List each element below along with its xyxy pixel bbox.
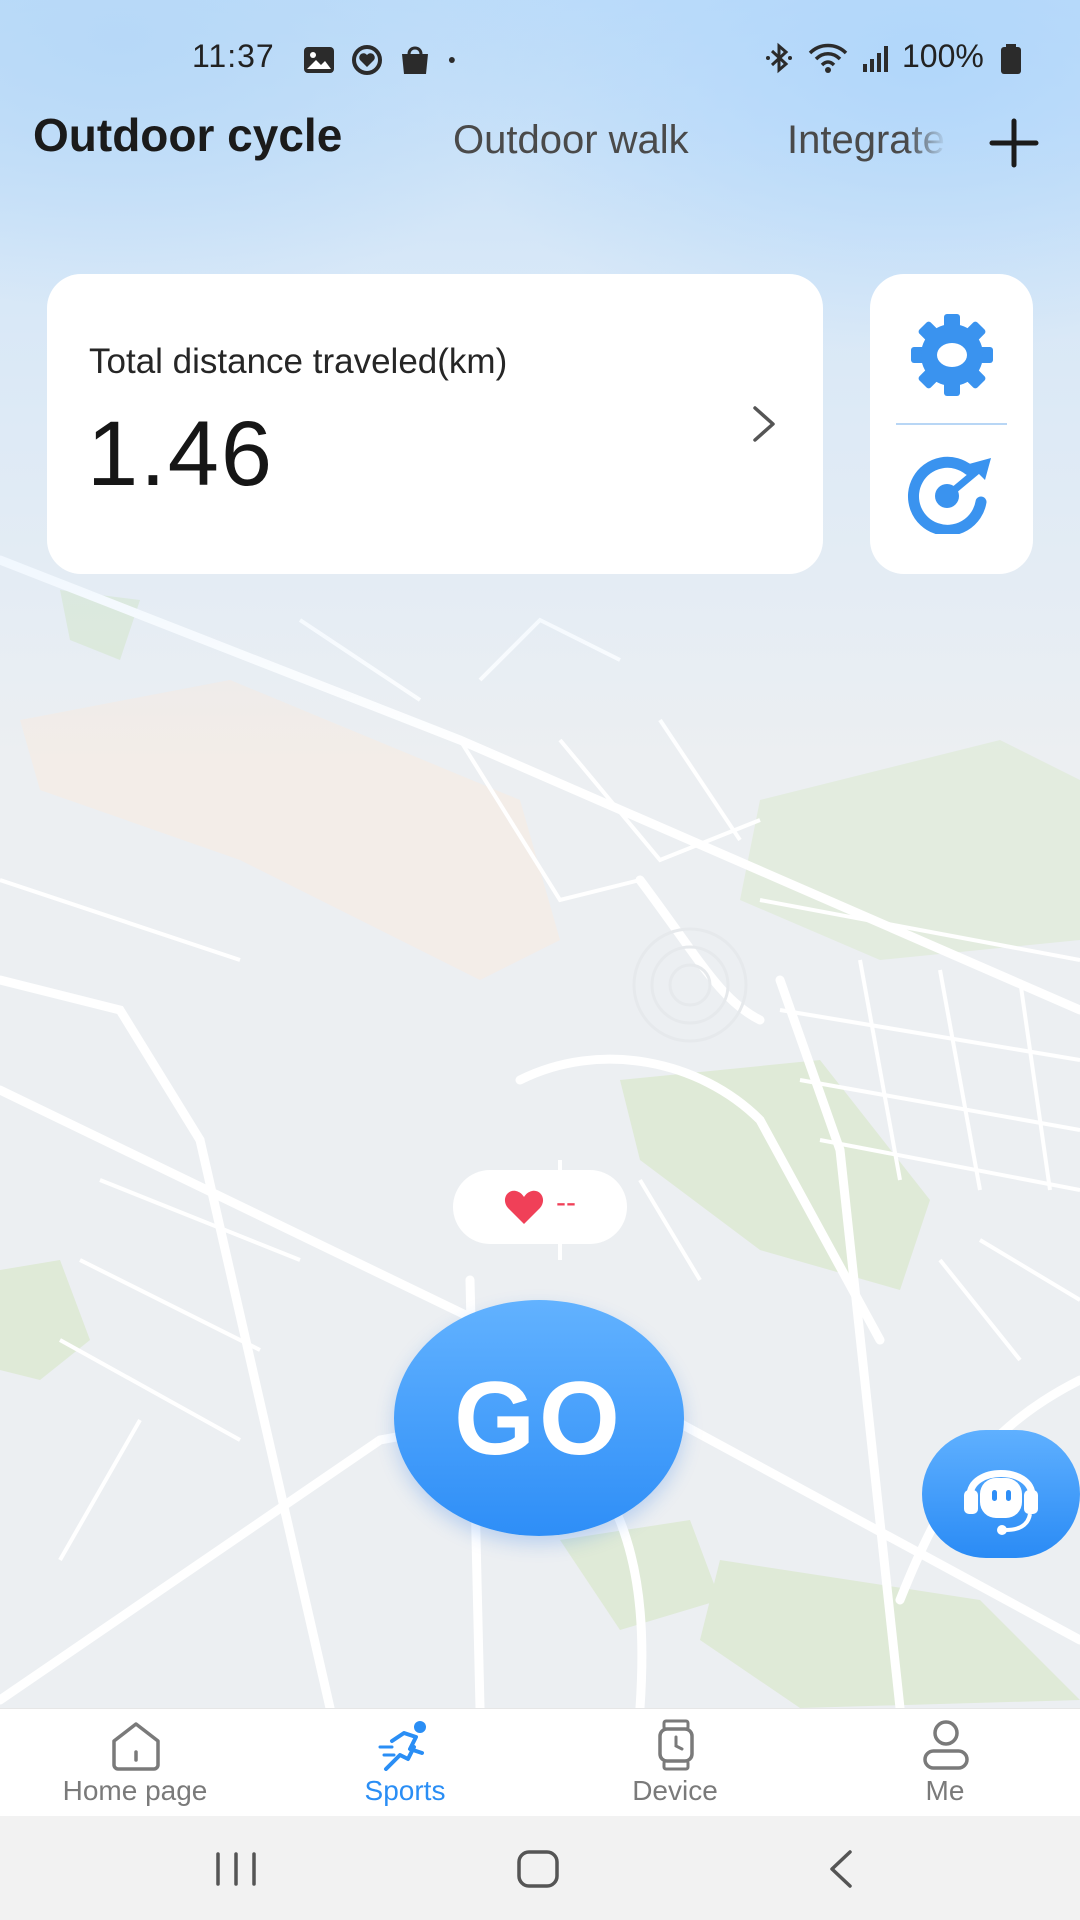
nav-device-label: Device	[632, 1775, 718, 1806]
bluetooth-icon	[766, 42, 792, 74]
customer-service-icon	[964, 1470, 1038, 1535]
shopping-bag-icon	[402, 46, 428, 74]
side-divider	[896, 423, 1007, 425]
wifi-icon	[808, 43, 848, 73]
gear-icon[interactable]	[907, 310, 997, 400]
battery-percentage: 100%	[902, 38, 984, 74]
heart-icon	[504, 1190, 544, 1224]
heart-rate-value: --	[556, 1186, 576, 1219]
bottom-navigation: Home page Sports Device Me	[0, 1708, 1080, 1816]
status-time: 11:37	[192, 38, 275, 74]
target-icon[interactable]	[907, 444, 997, 534]
plus-icon[interactable]	[986, 115, 1042, 171]
side-actions-card	[870, 274, 1033, 574]
running-icon	[378, 1721, 426, 1771]
chevron-right-icon	[753, 406, 775, 442]
status-bar: 11:37 100%	[0, 0, 1080, 116]
recent-apps-icon[interactable]	[206, 1846, 266, 1892]
sport-type-tabs: Outdoor cycle Outdoor walk Integrate	[0, 100, 1080, 180]
nav-device[interactable]: Device	[540, 1709, 810, 1817]
total-distance-card[interactable]: Total distance traveled(km) 1.46	[47, 274, 823, 574]
person-icon	[923, 1720, 969, 1770]
tab-integrated[interactable]: Integrate	[787, 118, 947, 163]
signal-icon	[863, 46, 888, 72]
home-icon	[112, 1722, 160, 1771]
distance-label: Total distance traveled(km)	[89, 342, 508, 381]
gallery-icon	[304, 47, 334, 73]
status-icons-right	[762, 42, 894, 74]
heart-rate-pill: --	[453, 1170, 627, 1244]
system-navigation-bar	[0, 1816, 1080, 1920]
home-circle-icon[interactable]	[508, 1846, 568, 1892]
battery-icon	[1001, 44, 1021, 74]
go-label: GO	[454, 1361, 624, 1477]
tab-outdoor-cycle[interactable]: Outdoor cycle	[33, 108, 342, 162]
nav-home-label: Home page	[62, 1775, 208, 1806]
tab-outdoor-walk[interactable]: Outdoor walk	[453, 118, 689, 163]
nav-me-label: Me	[925, 1775, 965, 1806]
watch-icon	[658, 1719, 694, 1771]
customer-service-button[interactable]	[922, 1430, 1080, 1558]
nav-sports-label: Sports	[364, 1775, 446, 1806]
health-icon	[352, 45, 382, 75]
back-icon[interactable]	[812, 1846, 872, 1892]
nav-me[interactable]: Me	[810, 1709, 1080, 1817]
distance-value: 1.46	[87, 403, 275, 505]
nav-home[interactable]: Home page	[0, 1709, 270, 1817]
nav-sports[interactable]: Sports	[270, 1709, 540, 1817]
go-button[interactable]: GO	[394, 1300, 684, 1536]
status-icons-left	[302, 44, 466, 76]
dot-icon	[448, 57, 455, 63]
